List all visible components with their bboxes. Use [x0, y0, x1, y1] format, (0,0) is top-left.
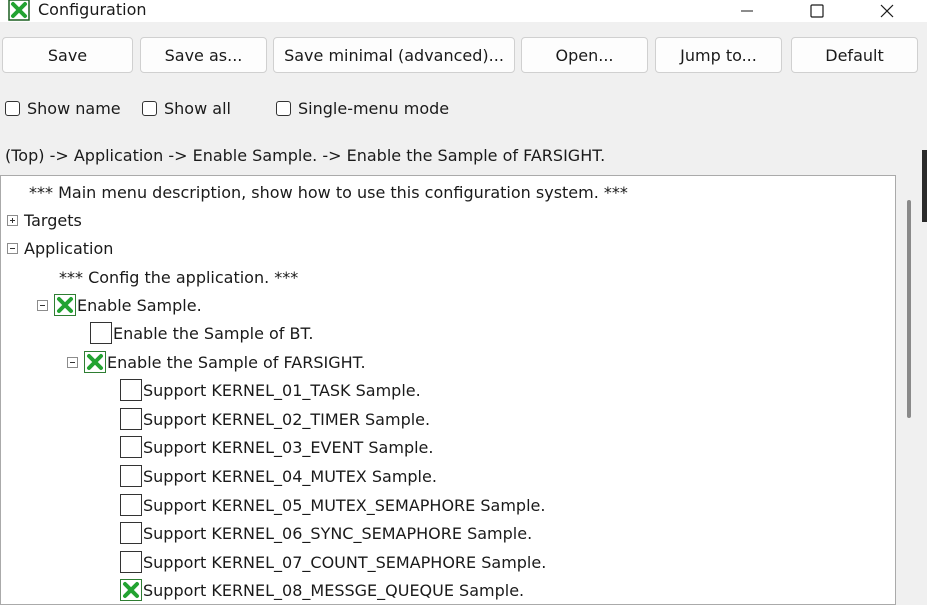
kernel-checkbox[interactable] — [120, 465, 142, 487]
kernel-item[interactable]: Support KERNEL_01_TASK Sample. — [120, 376, 421, 404]
kernel-item[interactable]: Support KERNEL_04_MUTEX Sample. — [120, 462, 437, 490]
title-bar: Configuration — [0, 0, 927, 22]
save-as-button[interactable]: Save as... — [140, 37, 267, 73]
tree-node-targets[interactable]: Targets — [7, 206, 82, 234]
default-button[interactable]: Default — [791, 37, 918, 73]
close-icon — [880, 4, 894, 18]
tree-node-sample-bt[interactable]: Enable the Sample of BT. — [90, 319, 313, 347]
maximize-icon — [810, 4, 824, 18]
application-label: Application — [24, 238, 114, 258]
main-menu-description: *** Main menu description, show how to u… — [29, 178, 628, 206]
breadcrumb: (Top) -> Application -> Enable Sample. -… — [5, 146, 606, 165]
show-name-checkbox[interactable] — [5, 100, 20, 116]
close-button[interactable] — [864, 0, 910, 22]
enable-sample-label: Enable Sample. — [77, 295, 202, 315]
kernel-checkbox[interactable] — [120, 379, 142, 401]
show-all-label: Show all — [164, 98, 231, 118]
application-description: *** Config the application. *** — [59, 263, 298, 291]
tree-node-application[interactable]: Application — [7, 234, 113, 262]
kernel-item[interactable]: Support KERNEL_06_SYNC_SEMAPHORE Sample. — [120, 519, 532, 547]
sample-farsight-label: Enable the Sample of FARSIGHT. — [107, 352, 366, 372]
kernel-item[interactable]: Support KERNEL_03_EVENT Sample. — [120, 433, 433, 461]
main-description-text: *** Main menu description, show how to u… — [29, 182, 628, 202]
kernel-item[interactable]: Support KERNEL_02_TIMER Sample. — [120, 405, 430, 433]
tree-node-enable-sample[interactable]: Enable Sample. — [37, 291, 202, 319]
jump-to-button[interactable]: Jump to... — [655, 37, 782, 73]
single-menu-option[interactable]: Single-menu mode — [276, 96, 449, 120]
expand-plus-icon[interactable] — [7, 214, 18, 226]
save-minimal-button[interactable]: Save minimal (advanced)... — [273, 37, 515, 73]
kernel-label: Support KERNEL_01_TASK Sample. — [143, 380, 421, 400]
background-window-edge — [922, 150, 927, 222]
sample-farsight-checkbox[interactable] — [84, 351, 106, 373]
tree-scrollbar-thumb[interactable] — [907, 200, 911, 418]
kernel-label: Support KERNEL_07_COUNT_SEMAPHORE Sample… — [143, 552, 547, 572]
enable-sample-checkbox[interactable] — [54, 294, 76, 316]
config-tree[interactable]: *** Main menu description, show how to u… — [0, 175, 896, 605]
green-x-check-icon — [87, 354, 103, 370]
kernel-item[interactable]: Support KERNEL_05_MUTEX_SEMAPHORE Sample… — [120, 491, 545, 519]
show-name-label: Show name — [27, 98, 121, 118]
save-button[interactable]: Save — [2, 37, 133, 73]
show-name-option[interactable]: Show name — [5, 96, 121, 120]
application-desc-text: *** Config the application. *** — [59, 267, 299, 287]
maximize-button[interactable] — [794, 0, 840, 22]
kernel-checkbox[interactable] — [120, 579, 142, 601]
kernel-checkbox[interactable] — [120, 551, 142, 573]
tree-node-sample-farsight[interactable]: Enable the Sample of FARSIGHT. — [67, 348, 366, 376]
kernel-checkbox[interactable] — [120, 408, 142, 430]
open-button[interactable]: Open... — [521, 37, 648, 73]
green-x-check-icon — [123, 582, 139, 598]
kernel-label: Support KERNEL_06_SYNC_SEMAPHORE Sample. — [143, 523, 533, 543]
sample-bt-label: Enable the Sample of BT. — [113, 323, 314, 343]
show-all-checkbox[interactable] — [142, 100, 157, 116]
kernel-item[interactable]: Support KERNEL_07_COUNT_SEMAPHORE Sample… — [120, 548, 546, 576]
kernel-label: Support KERNEL_08_MESSGE_QUEQUE Sample. — [143, 580, 525, 600]
single-menu-label: Single-menu mode — [298, 98, 450, 118]
collapse-minus-icon[interactable] — [67, 356, 78, 368]
kernel-label: Support KERNEL_04_MUTEX Sample. — [143, 466, 437, 486]
targets-label: Targets — [24, 210, 82, 230]
collapse-minus-icon[interactable] — [7, 242, 18, 254]
sample-bt-checkbox[interactable] — [90, 322, 112, 344]
green-x-check-icon — [8, 0, 30, 21]
single-menu-checkbox[interactable] — [276, 100, 291, 116]
kernel-checkbox[interactable] — [120, 494, 142, 516]
kernel-checkbox[interactable] — [120, 522, 142, 544]
kernel-checkbox[interactable] — [120, 436, 142, 458]
kernel-label: Support KERNEL_03_EVENT Sample. — [143, 437, 434, 457]
collapse-minus-icon[interactable] — [37, 299, 48, 311]
kernel-item[interactable]: Support KERNEL_08_MESSGE_QUEQUE Sample. — [120, 576, 524, 604]
green-x-check-icon — [57, 297, 73, 313]
show-all-option[interactable]: Show all — [142, 96, 231, 120]
kernel-label: Support KERNEL_02_TIMER Sample. — [143, 409, 431, 429]
window-title: Configuration — [38, 0, 147, 19]
minimize-icon — [741, 10, 753, 12]
kernel-label: Support KERNEL_05_MUTEX_SEMAPHORE Sample… — [143, 495, 546, 515]
minimize-button[interactable] — [724, 0, 770, 22]
